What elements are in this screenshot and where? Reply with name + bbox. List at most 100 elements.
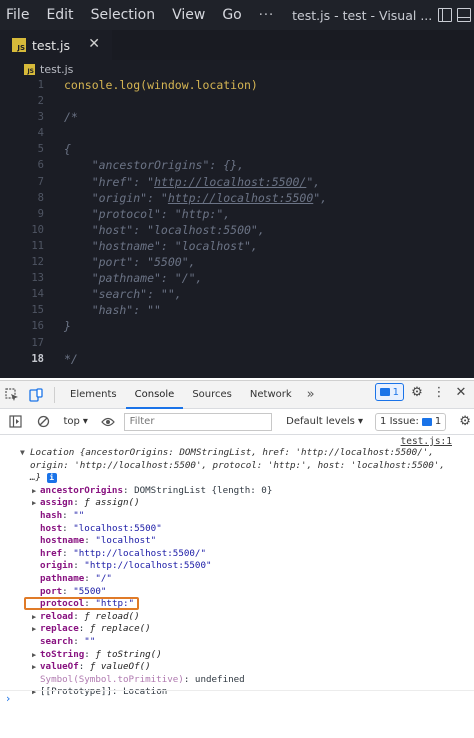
console-settings-gear-icon[interactable]: ⚙: [456, 414, 474, 429]
code-line[interactable]: 4: [0, 125, 474, 141]
tab-elements[interactable]: Elements: [61, 381, 126, 409]
line-text: {: [64, 142, 71, 157]
property-row[interactable]: ▶ [[Prototype]]: Location: [0, 686, 474, 699]
line-number: 8: [37, 191, 44, 204]
tab-console[interactable]: Console: [125, 381, 184, 409]
code-line[interactable]: 9 "protocol": "http:",: [0, 206, 474, 222]
menu-file[interactable]: File: [6, 7, 29, 23]
code-line[interactable]: 8 "origin": "http://localhost:5500",: [0, 190, 474, 206]
property-value: "": [73, 509, 85, 521]
expand-triangle-icon[interactable]: ▶: [32, 661, 36, 674]
url-link[interactable]: http://localhost:5500: [168, 191, 313, 205]
code-line[interactable]: 14 "search": "",: [0, 286, 474, 302]
live-expression-eye-icon[interactable]: [96, 410, 120, 434]
property-row[interactable]: ▶ reload: ƒ reload(): [0, 611, 474, 624]
expand-triangle-icon[interactable]: ▶: [32, 611, 36, 624]
log-levels-dropdown[interactable]: Default levels ▾: [286, 416, 363, 427]
object-summary-text: Location {ancestorOrigins: DOMStringList…: [30, 447, 445, 484]
toggle-sidebar-icon[interactable]: [4, 410, 28, 434]
clear-console-icon[interactable]: [32, 410, 56, 434]
property-key: pathname: [40, 572, 85, 584]
layout-controls: [438, 8, 474, 22]
code-line[interactable]: 18 */: [0, 351, 474, 367]
line-number: 14: [31, 288, 44, 301]
settings-gear-icon[interactable]: ⚙: [408, 385, 426, 400]
property-key: [[Prototype]]: [40, 686, 112, 698]
property-row[interactable]: ▶ replace: ƒ replace(): [0, 623, 474, 636]
reload-highlight-box: [24, 597, 139, 611]
tab-network[interactable]: Network: [241, 381, 301, 409]
code-editor[interactable]: 1 console.log(window.location) 2 3/* 4 5{6 "a…: [0, 77, 474, 367]
context-selector[interactable]: top ▾: [60, 416, 92, 427]
menu-selection[interactable]: Selection: [91, 7, 156, 23]
property-key: reload: [40, 610, 74, 622]
devtools-actions: 1 ⚙ ⋮ ✕: [374, 383, 470, 401]
menu-bar: File Edit Selection View Go ··· test.js …: [0, 0, 474, 30]
menu-go[interactable]: Go: [222, 7, 241, 23]
line-text: */: [64, 351, 78, 366]
code-line[interactable]: 17: [0, 335, 474, 351]
code-line[interactable]: 16}: [0, 318, 474, 334]
property-value: "": [84, 635, 96, 647]
property-row: search: "": [0, 636, 474, 649]
line-text: "port": "5500",: [64, 255, 196, 270]
property-value: ƒ valueOf(): [89, 661, 151, 673]
menu-view[interactable]: View: [172, 7, 205, 23]
property-value: ƒ assign(): [84, 497, 140, 509]
toggle-panel-icon[interactable]: [457, 8, 472, 22]
vscode-window: File Edit Selection View Go ··· test.js …: [0, 0, 474, 378]
code-line[interactable]: 3 /*: [0, 109, 474, 125]
toggle-primary-sidebar-icon[interactable]: [438, 8, 453, 22]
tab-sources[interactable]: Sources: [183, 381, 241, 409]
code-line[interactable]: 10 "host": "localhost:5500",: [0, 222, 474, 238]
property-row[interactable]: ▶ assign: ƒ assign(): [0, 497, 474, 510]
info-icon[interactable]: i: [46, 473, 57, 484]
expand-triangle-icon[interactable]: ▶: [32, 497, 36, 510]
expand-triangle-icon[interactable]: ▶: [32, 686, 36, 699]
code-line[interactable]: 1 console.log(window.location): [0, 77, 474, 93]
source-link[interactable]: test.js:1: [401, 436, 452, 447]
messages-badge[interactable]: 1: [374, 383, 404, 401]
tab-test-js[interactable]: JS test.js ✕: [0, 30, 112, 60]
menu-edit[interactable]: Edit: [46, 7, 73, 23]
line-number: 3: [37, 111, 44, 124]
breadcrumb-file[interactable]: test.js: [40, 63, 73, 76]
expand-triangle-icon[interactable]: ▶: [32, 485, 36, 498]
property-key: hostname: [40, 535, 85, 547]
property-row[interactable]: ▶ toString: ƒ toString(): [0, 649, 474, 662]
property-row[interactable]: ▶ valueOf: ƒ valueOf(): [0, 661, 474, 674]
property-row[interactable]: ▶ ancestorOrigins: DOMStringList {length:…: [0, 485, 474, 498]
filter-input[interactable]: [123, 412, 273, 431]
property-value: "http://localhost:5500": [84, 560, 212, 572]
inspect-element-icon[interactable]: [0, 383, 24, 407]
code-line[interactable]: 11 "hostname": "localhost",: [0, 238, 474, 254]
device-toolbar-icon[interactable]: [24, 383, 48, 407]
line-number: 9: [37, 207, 44, 220]
breadcrumb: JS test.js: [0, 60, 474, 78]
code-line[interactable]: 6 "ancestorOrigins": {},: [0, 157, 474, 173]
code-line[interactable]: 15 "hash": "": [0, 302, 474, 318]
url-link[interactable]: http://localhost:5500/: [154, 175, 306, 189]
more-tabs-icon[interactable]: »: [301, 387, 321, 402]
code-line[interactable]: 5{: [0, 141, 474, 157]
code-line[interactable]: 7 "href": "http://localhost:5500/",: [0, 174, 474, 190]
property-key: assign: [40, 497, 74, 509]
property-key: Symbol(Symbol.toPrimitive): [40, 673, 184, 685]
issues-button[interactable]: 1 Issue: 1: [375, 412, 447, 431]
expand-triangle-icon[interactable]: ▶: [32, 623, 36, 636]
property-value: Location: [123, 686, 168, 698]
code-line[interactable]: 2: [0, 93, 474, 109]
menu-more-icon[interactable]: ···: [259, 8, 274, 23]
expand-triangle-icon[interactable]: ▶: [32, 649, 36, 662]
console-prompt-icon[interactable]: ›: [6, 692, 10, 705]
kebab-menu-icon[interactable]: ⋮: [430, 385, 448, 400]
line-text: }: [64, 319, 71, 334]
code-line[interactable]: 12 "port": "5500",: [0, 254, 474, 270]
close-icon[interactable]: ✕: [88, 36, 100, 52]
collapse-triangle-icon[interactable]: ▼: [20, 447, 25, 460]
line-number: 4: [37, 127, 44, 140]
close-devtools-icon[interactable]: ✕: [452, 385, 470, 400]
logged-object-summary[interactable]: ▼ Location {ancestorOrigins: DOMStringLi…: [0, 447, 474, 485]
divider: [54, 386, 55, 403]
code-line[interactable]: 13 "pathname": "/",: [0, 270, 474, 286]
